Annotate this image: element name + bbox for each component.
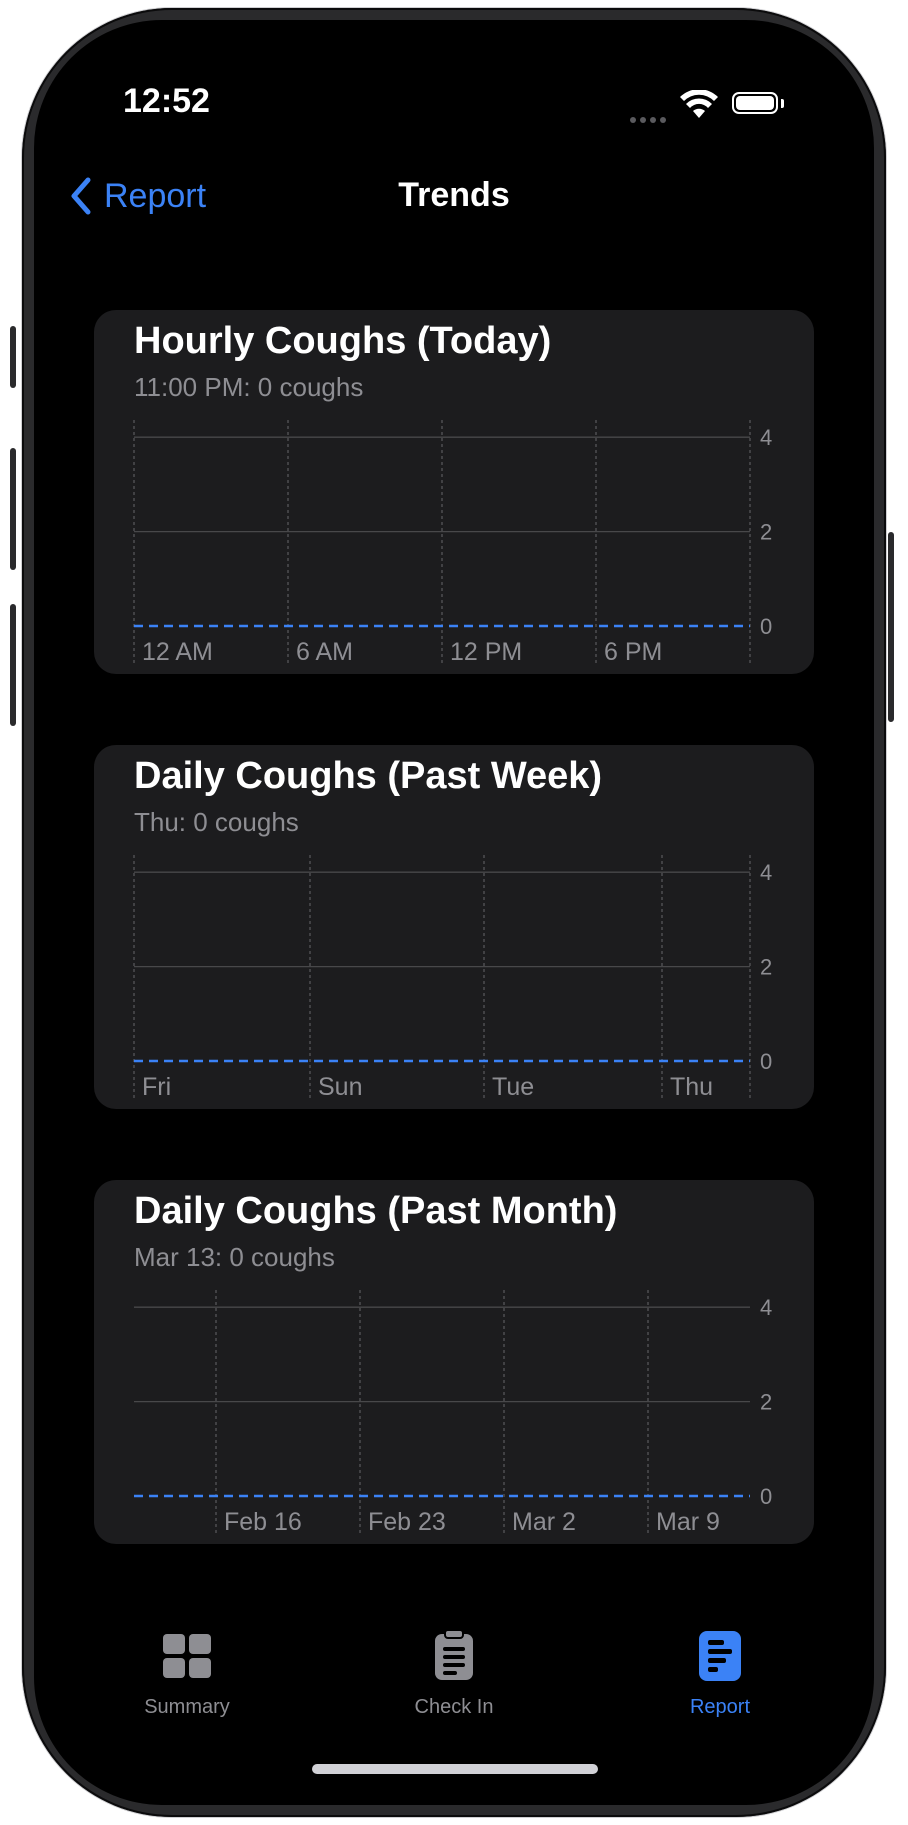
tab-report[interactable]: Report xyxy=(630,1630,810,1719)
y-tick-label: 4 xyxy=(760,1295,772,1320)
weekly-coughs-chart[interactable]: 0 2 4 Fri Sun Tue Thu xyxy=(94,745,814,1109)
hourly-coughs-chart[interactable]: 0 2 4 12 AM 6 AM 12 PM 6 PM xyxy=(94,310,814,674)
y-tick-label: 0 xyxy=(760,1484,772,1509)
hourly-coughs-card: Hourly Coughs (Today) 11:00 PM: 0 coughs… xyxy=(94,310,814,674)
page-title: Trends xyxy=(398,176,510,214)
monthly-coughs-card: Daily Coughs (Past Month) Mar 13: 0 coug… xyxy=(94,1180,814,1544)
tab-bar: Summary Check In Report xyxy=(0,1629,908,1730)
monthly-coughs-chart[interactable]: 0 2 4 Feb 16 Feb 23 Mar 2 Mar 9 xyxy=(94,1180,814,1544)
x-tick-label: Fri xyxy=(142,1073,171,1101)
mute-switch xyxy=(10,326,16,388)
x-tick-label: Feb 23 xyxy=(368,1508,446,1536)
x-tick-label: 12 PM xyxy=(450,638,522,666)
cellular-icon xyxy=(630,110,672,123)
tab-label: Summary xyxy=(144,1696,230,1718)
clipboard-icon xyxy=(435,1629,473,1680)
x-tick-label: Thu xyxy=(670,1073,713,1101)
y-tick-label: 4 xyxy=(760,860,772,885)
y-tick-label: 2 xyxy=(760,520,772,545)
tab-label: Check In xyxy=(414,1696,494,1718)
grid-icon xyxy=(163,1634,211,1678)
x-tick-label: Feb 16 xyxy=(224,1508,302,1536)
x-tick-label: 12 AM xyxy=(142,638,213,666)
y-tick-label: 0 xyxy=(760,614,772,639)
tab-summary[interactable]: Summary xyxy=(97,1630,277,1719)
y-tick-label: 2 xyxy=(760,955,772,980)
x-tick-label: Mar 9 xyxy=(656,1508,720,1536)
wifi-icon xyxy=(680,90,718,118)
x-tick-label: Mar 2 xyxy=(512,1508,576,1536)
power-button xyxy=(888,532,894,722)
battery-icon xyxy=(732,92,778,114)
volume-up-button xyxy=(10,448,16,570)
status-time: 12:52 xyxy=(123,82,210,120)
weekly-coughs-card: Daily Coughs (Past Week) Thu: 0 coughs 0… xyxy=(94,745,814,1109)
y-tick-label: 2 xyxy=(760,1390,772,1415)
report-icon xyxy=(699,1631,741,1681)
tab-check-in[interactable]: Check In xyxy=(364,1629,544,1719)
x-tick-label: 6 PM xyxy=(604,638,662,666)
y-tick-label: 4 xyxy=(760,425,772,450)
x-tick-label: 6 AM xyxy=(296,638,353,666)
battery-cap xyxy=(781,99,784,108)
x-tick-label: Sun xyxy=(318,1073,362,1101)
x-tick-label: Tue xyxy=(492,1073,534,1101)
home-indicator[interactable] xyxy=(312,1764,598,1774)
y-tick-label: 0 xyxy=(760,1049,772,1074)
tab-label: Report xyxy=(689,1696,751,1718)
volume-down-button xyxy=(10,604,16,726)
